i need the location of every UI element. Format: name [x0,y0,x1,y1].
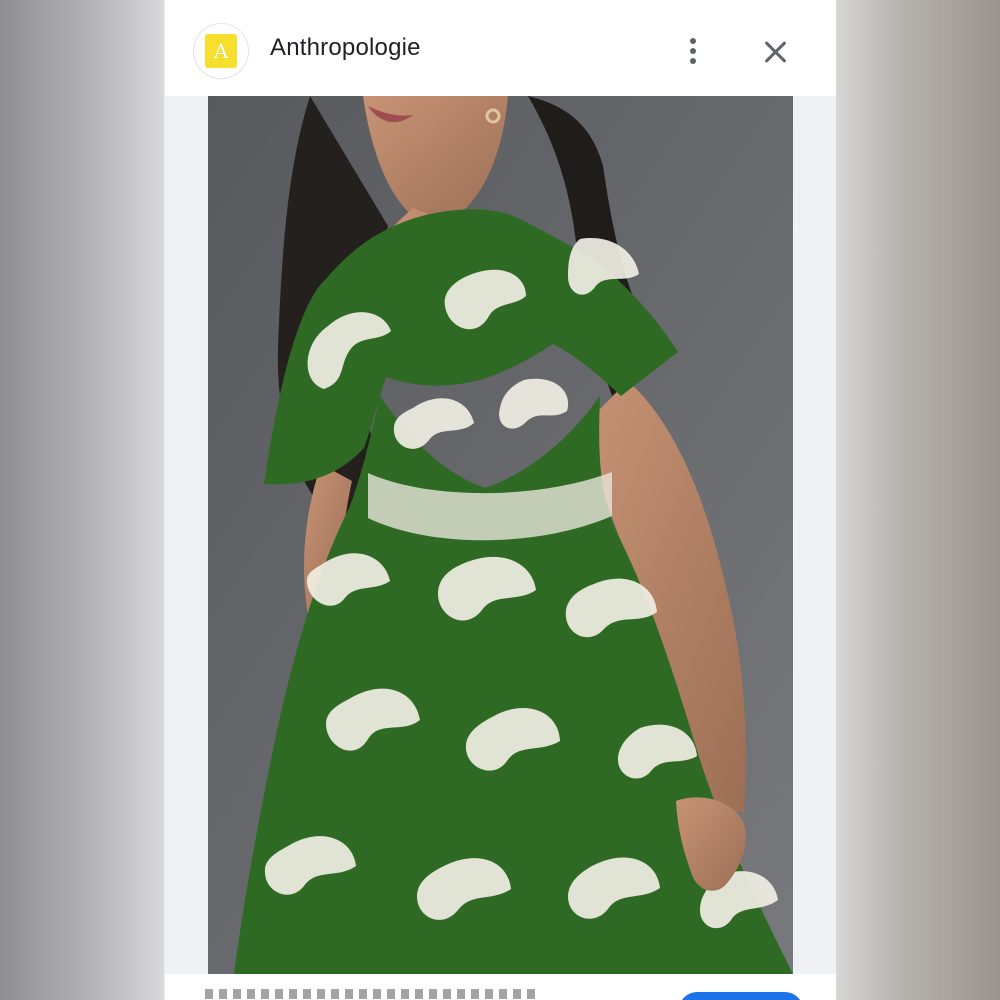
anthropologie-logo-icon[interactable]: A [194,24,248,78]
badge-letter: A [205,34,237,68]
caption-text-fragment [205,989,535,999]
source-site-title[interactable]: Anthropologie [270,34,421,62]
preview-area [165,96,836,974]
product-photo[interactable] [208,96,793,974]
product-photo-art [208,96,793,974]
close-icon[interactable] [759,36,791,68]
more-vert-icon[interactable] [681,36,705,70]
visit-button[interactable] [679,992,803,1000]
image-preview-window: A Anthropologie [165,0,836,1000]
caption-strip [165,974,836,1000]
preview-header: A Anthropologie [165,0,836,96]
